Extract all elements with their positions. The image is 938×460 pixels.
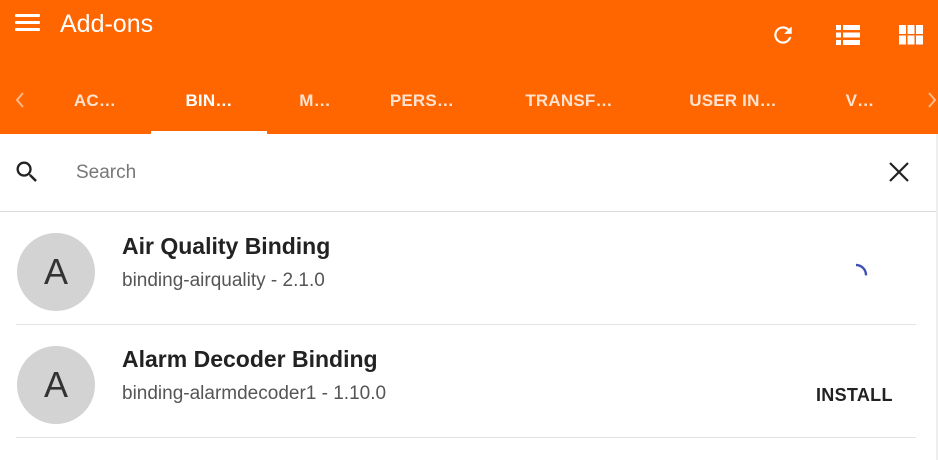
search-icon <box>13 158 41 186</box>
addon-list-item[interactable]: A Alarm Decoder Binding binding-alarmdec… <box>16 326 916 438</box>
tab-voice[interactable]: V… <box>825 82 895 134</box>
tab-scroll-right-icon[interactable] <box>924 90 938 110</box>
menu-icon[interactable] <box>14 12 42 36</box>
addon-name: Air Quality Binding <box>122 233 331 259</box>
tab-misc[interactable]: M… <box>280 82 350 134</box>
addon-id-version: binding-airquality - 2.1.0 <box>122 270 325 291</box>
install-button[interactable]: INSTALL <box>808 381 901 410</box>
close-icon[interactable] <box>887 160 911 184</box>
search-input[interactable] <box>74 156 838 190</box>
tab-bindings[interactable]: BIN… <box>151 82 267 134</box>
addon-list-item[interactable]: A Air Quality Binding binding-airquality… <box>16 213 916 325</box>
addon-id-version: binding-alarmdecoder1 - 1.10.0 <box>122 383 387 404</box>
app-toolbar: Add-ons AC… BIN… M… PERS… TRANSF… USER I… <box>0 0 938 134</box>
loading-spinner-icon <box>844 263 868 287</box>
tab-persistence[interactable]: PERS… <box>370 82 474 134</box>
addon-name: Alarm Decoder Binding <box>122 346 378 372</box>
tab-label: M… <box>299 91 331 110</box>
tab-label: BIN… <box>185 91 233 110</box>
tab-actions[interactable]: AC… <box>50 82 140 134</box>
grid-view-icon[interactable] <box>898 22 924 48</box>
tab-user-interfaces[interactable]: USER IN… <box>670 82 796 134</box>
tab-label: AC… <box>73 91 117 110</box>
avatar: A <box>17 346 95 424</box>
tab-label: TRANSF… <box>525 91 613 110</box>
refresh-icon[interactable] <box>770 22 796 48</box>
list-view-icon[interactable] <box>835 22 861 48</box>
tab-label: PERS… <box>389 91 455 110</box>
tab-scroll-left-icon[interactable] <box>12 90 28 110</box>
search-bar <box>0 134 938 212</box>
tab-label: V… <box>845 91 875 110</box>
page-title: Add-ons <box>60 10 154 38</box>
tab-transformations[interactable]: TRANSF… <box>500 82 638 134</box>
avatar: A <box>17 233 95 311</box>
tab-label: USER IN… <box>689 91 777 110</box>
